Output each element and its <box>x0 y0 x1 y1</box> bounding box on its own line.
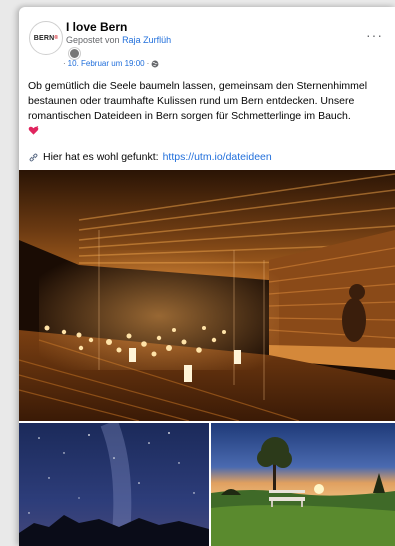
author-avatar-icon[interactable] <box>69 48 80 59</box>
page-avatar[interactable]: BERN ® <box>29 21 63 55</box>
post-text: Ob gemütlich die Seele baumeln lassen, g… <box>28 79 390 136</box>
page-name-link[interactable]: I love Bern <box>66 20 127 34</box>
post-date-link[interactable]: 10. Februar um 19:00 <box>68 59 145 68</box>
avatar-logo-text: BERN <box>33 34 55 42</box>
meta-separator: · <box>146 59 150 68</box>
globe-icon[interactable] <box>151 60 159 68</box>
post-link-line: Hier hat es wohl gefunkt: https://utm.io… <box>28 151 272 163</box>
heart-icon <box>28 126 39 135</box>
avatar-logo-sup: ® <box>54 35 59 41</box>
post-body: Ob gemütlich die Seele baumeln lassen, g… <box>28 80 368 122</box>
post-meta: · 10. Februar um 19:00 · <box>63 59 159 68</box>
post-photo-sunset-bench[interactable] <box>211 423 395 546</box>
posted-by-prefix: Gepostet von <box>66 35 120 45</box>
author-link[interactable]: Raja Zurflüh <box>122 35 171 45</box>
link-icon <box>29 152 38 162</box>
post-url-link[interactable]: https://utm.io/dateideen <box>163 151 272 163</box>
facebook-post-card: BERN ® I love Bern Gepostet von Raja Zurf… <box>19 7 395 546</box>
meta-prefix-dot: · <box>63 59 66 68</box>
more-options-icon[interactable]: ··· <box>366 27 383 43</box>
post-photo-sauna[interactable] <box>19 170 395 421</box>
link-intro-text: Hier hat es wohl gefunkt: <box>43 151 159 163</box>
post-photo-night-sky[interactable] <box>19 423 209 546</box>
posted-by-line: Gepostet von Raja Zurflüh <box>66 35 171 45</box>
